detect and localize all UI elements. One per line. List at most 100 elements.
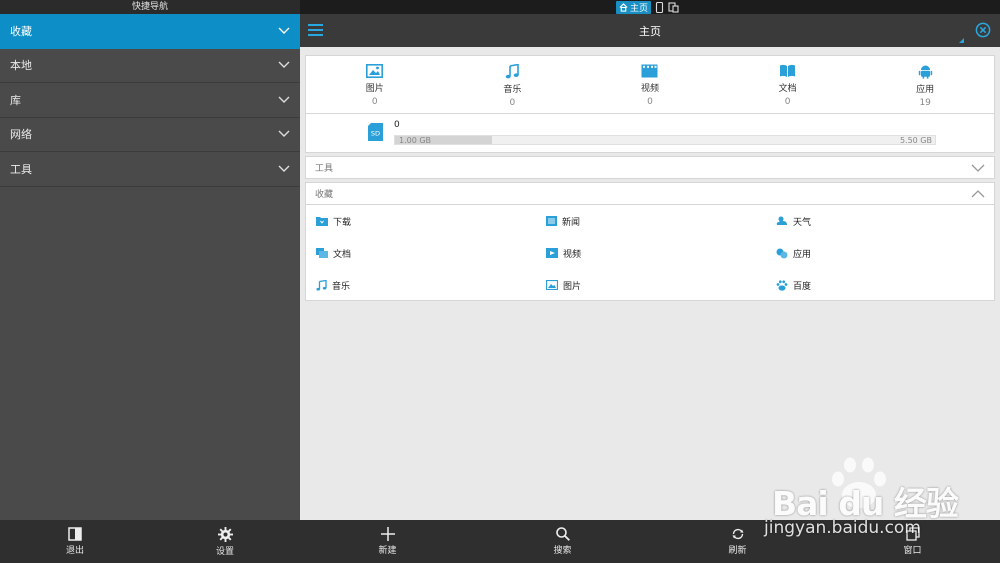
sidebar-item-local[interactable]: 本地 [0,49,300,83]
close-icon[interactable] [975,22,991,38]
sidebar-item-label: 库 [10,93,21,107]
category-count: 0 [371,97,378,107]
favorite-music[interactable]: 音乐 [316,269,546,301]
settings-button[interactable]: 设置 [150,520,300,563]
search-button[interactable]: 搜索 [475,520,650,563]
refresh-label: 刷新 [728,546,747,556]
favorite-label: 应用 [793,249,812,260]
sidebar-item-label: 工具 [10,162,32,176]
refresh-icon [732,528,743,540]
quick-nav-sidebar: 快捷导航 收藏 本地 库 网络 工具 退出 设置 [0,0,300,563]
chevron-down-icon [278,27,290,34]
chevron-up-icon [971,189,985,197]
home-window-label: 主页 [630,3,649,14]
weather-icon [776,216,787,225]
news-icon [546,216,557,226]
home-window-tab[interactable]: 主页 [616,0,652,14]
favorite-label: 下载 [333,217,352,228]
favorite-weather[interactable]: 天气 [776,205,1000,237]
storage-used: 1.00 GB [399,136,432,145]
corner-indicator-icon [959,38,964,43]
category-images[interactable]: 图片 0 [306,56,444,113]
settings-label: 设置 [215,546,234,557]
sidebar-item-label: 网络 [10,128,32,142]
new-button[interactable]: 新建 [300,520,475,563]
android-icon [918,65,932,79]
category-label: 文档 [778,84,797,94]
document-icon [316,248,328,258]
favorite-label: 百度 [793,281,812,292]
book-icon [780,64,796,77]
baidu-icon [776,279,788,291]
category-videos[interactable]: 视频 0 [581,56,719,113]
sidebar-item-label: 本地 [10,59,32,73]
chevron-down-icon [278,130,290,138]
category-count: 0 [509,98,516,108]
apps-icon [776,248,788,258]
favorite-baidu[interactable]: 百度 [776,269,1000,301]
category-music[interactable]: 音乐 0 [444,56,582,113]
favorite-label: 文档 [333,249,352,260]
favorite-news[interactable]: 新闻 [546,205,776,237]
new-label: 新建 [378,546,397,556]
window-status-strip: 主页 [300,0,1000,14]
category-count: 0 [784,97,791,107]
storage-usage-bar: 1.00 GB 5.50 GB [394,135,936,145]
sidebar-item-favorites[interactable]: 收藏 [0,14,300,49]
favorite-label: 新闻 [562,217,581,228]
favorite-label: 视频 [563,249,582,260]
category-label: 应用 [916,85,935,95]
category-documents[interactable]: 文档 0 [719,56,857,113]
tools-section-header[interactable]: 工具 [305,156,995,179]
storage-name: 0 [394,120,400,130]
baidu-jingyan-watermark: Bai du 经验 jingyan.baidu.com [762,455,982,545]
tools-section-label: 工具 [315,164,334,174]
favorite-documents[interactable]: 文档 [316,237,546,269]
favorite-label: 天气 [793,217,812,228]
category-label: 视频 [640,84,659,94]
storage-card[interactable]: SD 0 1.00 GB 5.50 GB [305,114,995,153]
chevron-down-icon [278,96,290,103]
favorites-section-header[interactable]: 收藏 [305,182,995,205]
phone-icon[interactable] [655,1,664,13]
home-content: 图片 0 音乐 0 视频 0 文档 0 应用 19 SD 0 1.00 GB 5… [305,55,995,301]
home-icon [619,2,628,12]
devices-icon[interactable] [668,1,679,13]
sd-card-icon: SD [368,123,383,141]
sidebar-item-label: 收藏 [10,24,32,38]
window-switcher: 主页 [616,0,679,14]
favorite-label: 图片 [563,281,582,292]
sidebar-title: 快捷导航 [0,0,300,14]
exit-button[interactable]: 退出 [0,520,150,563]
favorite-videos[interactable]: 视频 [546,237,776,269]
music-icon [505,64,519,79]
download-folder-icon [316,217,328,226]
category-label: 图片 [365,84,384,94]
video-icon [546,248,558,258]
search-icon [555,527,570,541]
chevron-down-icon [278,165,290,172]
sidebar-item-tools[interactable]: 工具 [0,152,300,187]
page-title: 主页 [639,24,661,38]
search-label: 搜索 [553,546,572,556]
favorite-apps[interactable]: 应用 [776,237,1000,269]
category-count: 19 [919,98,931,108]
favorite-download[interactable]: 下载 [316,205,546,237]
favorites-section-label: 收藏 [315,190,334,200]
favorites-grid: 下载 新闻 天气 文档 视频 应用 音乐 图片 百度 [305,205,995,301]
chevron-down-icon [278,61,290,69]
chevron-down-icon [971,164,985,172]
video-icon [641,64,658,78]
category-apps[interactable]: 应用 19 [856,56,994,113]
exit-icon [68,527,82,541]
storage-total: 5.50 GB [899,136,932,145]
sidebar-toolbar: 退出 设置 [0,520,300,563]
sidebar-item-library[interactable]: 库 [0,83,300,118]
plus-icon [380,527,395,541]
image-icon [366,64,384,78]
exit-label: 退出 [65,546,84,556]
music-icon [316,279,327,290]
favorite-images[interactable]: 图片 [546,269,776,301]
sidebar-item-network[interactable]: 网络 [0,118,300,152]
gear-icon [217,526,233,542]
